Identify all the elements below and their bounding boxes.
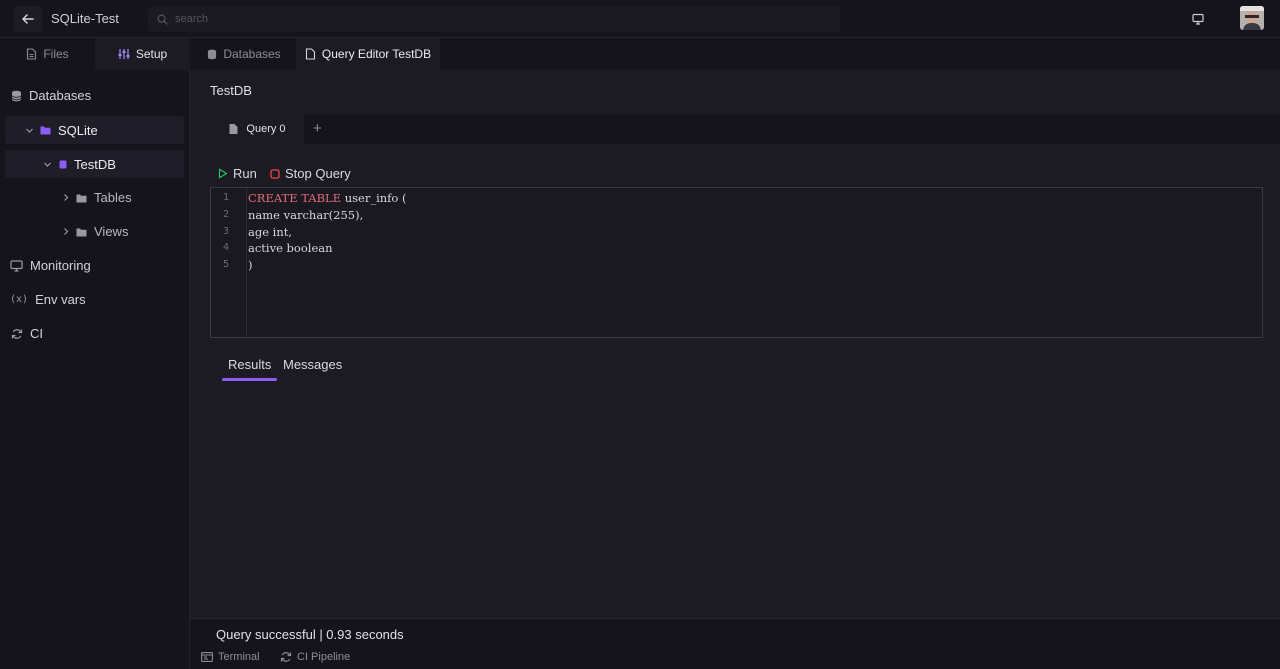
top-bar: SQLite-Test search	[0, 0, 1280, 38]
stop-query-label: Stop Query	[285, 166, 351, 181]
tab-query-0[interactable]: Query 0	[210, 114, 304, 144]
tab-terminal[interactable]: Terminal	[201, 651, 260, 663]
code-text: )	[248, 258, 253, 272]
tab-query-0-label: Query 0	[246, 123, 286, 135]
code-line: name varchar(255),	[248, 208, 363, 222]
code-text: active boolean	[248, 241, 333, 255]
arrow-left-icon	[22, 14, 34, 24]
tab-setup[interactable]: Setup	[95, 38, 190, 70]
tab-files-label: Files	[43, 47, 69, 61]
folder-icon	[76, 228, 87, 236]
variable-icon: (x)	[10, 294, 29, 305]
search-bar[interactable]: search	[148, 6, 840, 32]
tab-query-editor-label: Query Editor TestDB	[321, 47, 432, 61]
tree-item-views[interactable]: Views	[62, 224, 128, 239]
stop-icon	[270, 168, 280, 179]
query-status: Query successful | 0.93 seconds	[216, 627, 404, 642]
tab-results[interactable]: Results	[228, 357, 271, 372]
sql-keyword: CREATE TABLE	[248, 191, 342, 205]
tab-messages[interactable]: Messages	[283, 357, 342, 372]
file-icon	[229, 124, 238, 134]
tab-databases-label: Databases	[223, 47, 281, 61]
refresh-icon	[280, 652, 292, 662]
file-icon	[305, 48, 315, 60]
tree-item-label: Views	[94, 224, 129, 239]
chevron-down-icon	[44, 162, 51, 167]
tab-databases[interactable]: Databases	[198, 38, 290, 70]
sliders-icon	[118, 49, 130, 59]
code-editor[interactable]: 1 2 3 4 5 CREATE TABLE user_info ( name …	[210, 187, 1263, 338]
status-bar: Query successful | 0.93 seconds	[190, 618, 1280, 648]
line-number: 4	[222, 242, 229, 253]
code-line: age int,	[248, 225, 292, 239]
code-line: CREATE TABLE user_info (	[248, 191, 407, 205]
code-text: name varchar(255),	[248, 208, 364, 222]
line-number: 5	[222, 259, 229, 270]
sidebar-item-label: CI	[30, 326, 43, 341]
tab-query-editor[interactable]: Query Editor TestDB	[296, 38, 440, 70]
main-tabs: Databases Query Editor TestDB	[190, 38, 1280, 70]
avatar-image	[1240, 6, 1264, 30]
code-text: age int,	[248, 225, 293, 239]
tab-ci-pipeline-label: CI Pipeline	[297, 651, 351, 663]
tree-item-testdb[interactable]: TestDB	[5, 150, 184, 178]
avatar[interactable]	[1240, 6, 1264, 30]
query-tab-bar: Query 0 +	[210, 114, 1280, 144]
sidebar-item-monitoring[interactable]: Monitoring	[10, 258, 91, 273]
chevron-down-icon	[26, 128, 33, 133]
sidebar-item-label: Databases	[29, 88, 92, 103]
run-button[interactable]: Run	[218, 166, 257, 181]
folder-icon	[76, 194, 87, 202]
play-icon	[218, 168, 228, 179]
database-icon	[11, 90, 22, 101]
line-number: 1	[222, 192, 229, 203]
app-title: SQLite-Test	[51, 11, 119, 26]
monitor-icon	[1192, 13, 1204, 25]
tab-files[interactable]: Files	[0, 38, 95, 70]
refresh-icon	[11, 328, 23, 339]
tree-item-tables[interactable]: Tables	[62, 190, 132, 205]
tab-setup-label: Setup	[135, 47, 168, 61]
folder-icon	[40, 126, 51, 135]
bottom-panel-tabs: Terminal CI Pipeline	[190, 648, 1280, 669]
left-panel-tabs: Files Setup	[0, 38, 190, 70]
add-query-button[interactable]: +	[313, 120, 322, 137]
line-number: 3	[222, 226, 229, 237]
sidebar-item-env-vars[interactable]: (x) Env vars	[10, 292, 86, 307]
screen-button[interactable]	[1189, 10, 1207, 28]
search-icon	[157, 14, 168, 25]
back-button[interactable]	[14, 6, 42, 32]
code-line: active boolean	[248, 241, 333, 255]
sidebar-item-ci[interactable]: CI	[11, 326, 43, 341]
chevron-right-icon	[64, 228, 69, 235]
database-icon	[208, 49, 217, 59]
sidebar-item-label: Env vars	[35, 292, 86, 307]
active-tab-indicator	[222, 378, 277, 381]
chevron-right-icon	[64, 194, 69, 201]
line-number-gutter: 1 2 3 4 5	[211, 188, 247, 337]
tree-item-label: Tables	[94, 190, 132, 205]
database-purple-icon	[59, 160, 67, 168]
tab-terminal-label: Terminal	[218, 651, 260, 663]
code-line: )	[248, 258, 253, 272]
stop-query-button[interactable]: Stop Query	[270, 166, 351, 181]
run-label: Run	[233, 166, 257, 181]
sidebar-item-label: Monitoring	[30, 258, 91, 273]
search-input[interactable]: search	[175, 13, 208, 25]
terminal-icon	[201, 652, 213, 662]
tree-item-label: TestDB	[74, 156, 116, 172]
database-title: TestDB	[210, 83, 252, 98]
tab-ci-pipeline[interactable]: CI Pipeline	[280, 651, 350, 663]
tree-item-label: SQLite	[58, 122, 98, 138]
query-editor-panel: TestDB Query 0 + Run Stop Query 1 2 3 4 …	[190, 70, 1280, 618]
line-number: 2	[222, 209, 229, 220]
code-text: user_info (	[341, 191, 407, 205]
sidebar-item-databases[interactable]: Databases	[11, 88, 91, 103]
monitor-icon	[10, 259, 23, 272]
sidebar: Databases SQLite TestDB Tables Views Mon…	[0, 70, 190, 669]
file-icon	[27, 48, 37, 60]
tree-item-sqlite[interactable]: SQLite	[5, 116, 184, 144]
